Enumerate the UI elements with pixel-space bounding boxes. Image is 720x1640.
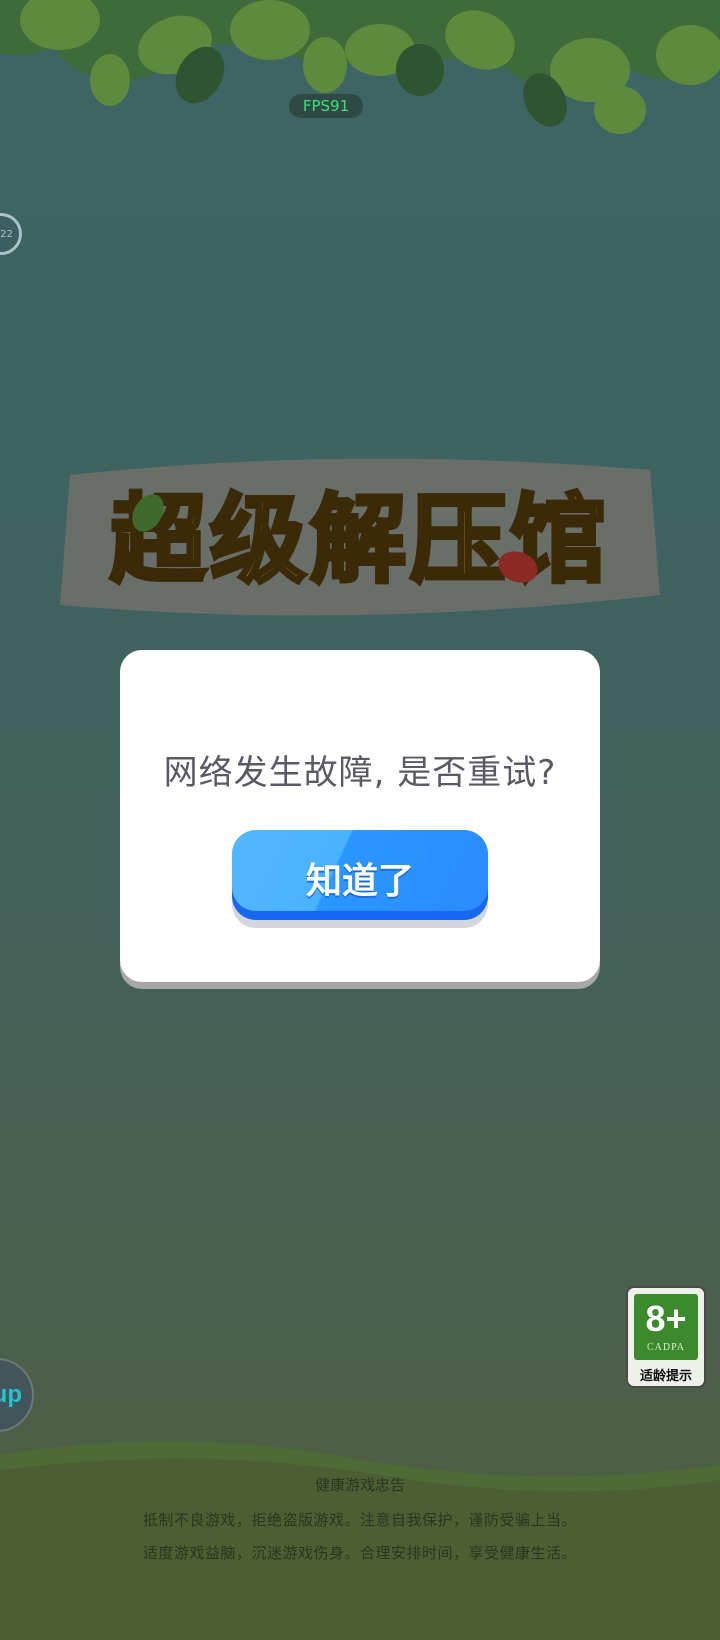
health-notice: 健康游戏忠告 抵制不良游戏，拒绝盗版游戏。注意自我保护，谨防受骗上当。 适度游戏… xyxy=(0,1474,720,1570)
health-notice-title: 健康游戏忠告 xyxy=(314,1476,405,1494)
game-title-text: 超级解压馆 xyxy=(110,484,610,596)
game-screen: FPS91 22 超级解压馆 网络发生故障, 是否重试? 知道了 up 8+ C… xyxy=(0,0,720,1640)
health-notice-line-1: 抵制不良游戏，拒绝盗版游戏。注意自我保护，谨防受骗上当。 xyxy=(142,1511,577,1529)
dialog-message: 网络发生故障, 是否重试? xyxy=(163,753,557,793)
game-title-logo: 超级解压馆 xyxy=(60,458,660,616)
age-rating-value: 8+ xyxy=(645,1298,687,1339)
confirm-button[interactable]: 知道了 xyxy=(232,830,488,920)
confirm-button-label: 知道了 xyxy=(305,861,414,902)
level-badge[interactable]: 22 xyxy=(0,213,22,255)
age-rating-org: CADPA xyxy=(647,1342,685,1353)
side-float-button[interactable]: up xyxy=(0,1358,34,1432)
leaf-canopy xyxy=(0,0,720,134)
age-rating-caption: 适龄提示 xyxy=(639,1369,692,1384)
health-notice-line-2: 适度游戏益脑，沉迷游戏伤身。合理安排时间，享受健康生活。 xyxy=(142,1544,577,1562)
network-error-dialog: 网络发生故障, 是否重试? 知道了 xyxy=(120,650,600,982)
age-rating-panel: 8+ CADPA xyxy=(634,1294,698,1360)
age-rating-badge[interactable]: 8+ CADPA 适龄提示 xyxy=(626,1286,706,1388)
fps-counter: FPS91 xyxy=(289,94,363,118)
